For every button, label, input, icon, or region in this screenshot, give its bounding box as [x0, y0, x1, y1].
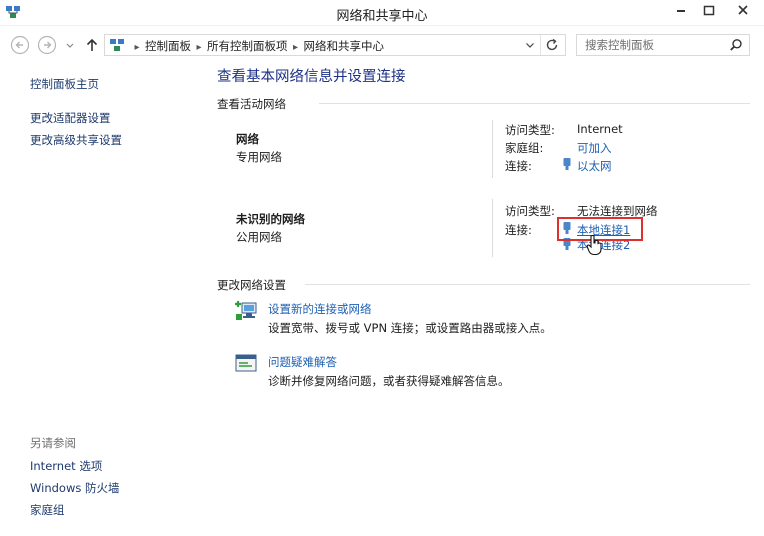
page-title: 查看基本网络信息并设置连接 [217, 69, 406, 85]
sidebar-item-control-panel-home[interactable]: 控制面板主页 [30, 76, 99, 92]
section-divider [319, 103, 750, 104]
back-arrow-icon[interactable] [10, 35, 30, 55]
breadcrumb-item-network-center[interactable]: 网络和共享中心 [304, 39, 385, 53]
see-also-windows-firewall[interactable]: Windows 防火墙 [30, 480, 120, 496]
network-type[interactable]: 专用网络 [236, 149, 282, 165]
recent-locations-chevron-icon[interactable] [64, 35, 76, 55]
homegroup-label: 家庭组: [505, 141, 544, 155]
change-settings-title: 更改网络设置 [217, 278, 286, 292]
homegroup-link[interactable]: 可加入 [577, 140, 612, 156]
active-networks-title: 查看活动网络 [217, 97, 286, 111]
breadcrumb-chevron-icon[interactable]: ▸ [129, 42, 145, 53]
address-bar[interactable]: ▸ 控制面板 ▸ 所有控制面板项 ▸ 网络和共享中心 [104, 34, 566, 56]
sidebar-item-advanced-sharing[interactable]: 更改高级共享设置 [30, 132, 122, 148]
breadcrumb-item-all-items[interactable]: 所有控制面板项 [207, 39, 288, 53]
troubleshoot-description: 诊断并修复网络问题，或者获得疑难解答信息。 [268, 374, 510, 388]
breadcrumb-chevron-icon[interactable]: ▸ [191, 42, 207, 53]
see-also-internet-options[interactable]: Internet 选项 [30, 458, 102, 474]
forward-arrow-icon[interactable] [37, 35, 57, 55]
network-divider [492, 120, 493, 178]
network-name: 网络 [236, 132, 259, 146]
ethernet-connection-link[interactable]: 以太网 [577, 158, 612, 174]
minimize-icon[interactable] [668, 2, 694, 20]
breadcrumb: ▸ 控制面板 ▸ 所有控制面板项 ▸ 网络和共享中心 [129, 38, 384, 54]
maximize-icon[interactable] [696, 2, 722, 20]
sidebar-item-change-adapter[interactable]: 更改适配器设置 [30, 110, 111, 126]
breadcrumb-item-control-panel[interactable]: 控制面板 [145, 39, 191, 53]
setup-connection-description: 设置宽带、拨号或 VPN 连接；或设置路由器或接入点。 [268, 321, 552, 335]
connection-label: 连接: [505, 159, 532, 173]
navigation-bar: ▸ 控制面板 ▸ 所有控制面板项 ▸ 网络和共享中心 [0, 28, 764, 62]
access-type-label: 访问类型: [505, 123, 555, 137]
section-divider [305, 284, 750, 285]
access-type-value: Internet [577, 122, 623, 136]
network-divider [492, 199, 493, 257]
network-type[interactable]: 公用网络 [236, 229, 282, 245]
up-arrow-icon[interactable] [82, 35, 102, 55]
hand-cursor-icon [586, 234, 602, 256]
ethernet-icon [563, 158, 571, 170]
network-name: 未识别的网络 [236, 212, 305, 226]
control-panel-icon [110, 39, 124, 51]
see-also-title: 另请参阅 [30, 436, 76, 450]
refresh-icon[interactable] [544, 37, 560, 53]
connection-label: 连接: [505, 223, 532, 237]
see-also-homegroup[interactable]: 家庭组 [30, 502, 65, 518]
access-type-label: 访问类型: [505, 204, 555, 218]
troubleshoot-icon [235, 354, 257, 372]
title-bar: 网络和共享中心 [0, 0, 764, 26]
search-icon[interactable] [729, 38, 743, 52]
search-input[interactable] [585, 37, 725, 53]
close-icon[interactable] [728, 2, 758, 20]
new-connection-icon [235, 301, 257, 320]
troubleshoot-link[interactable]: 问题疑难解答 [268, 354, 337, 370]
breadcrumb-chevron-icon[interactable]: ▸ [288, 42, 304, 53]
search-box[interactable] [576, 34, 750, 56]
setup-connection-link[interactable]: 设置新的连接或网络 [268, 301, 372, 317]
window-title: 网络和共享中心 [336, 9, 428, 24]
address-dropdown-chevron-icon[interactable] [523, 38, 537, 52]
address-divider [540, 35, 541, 55]
